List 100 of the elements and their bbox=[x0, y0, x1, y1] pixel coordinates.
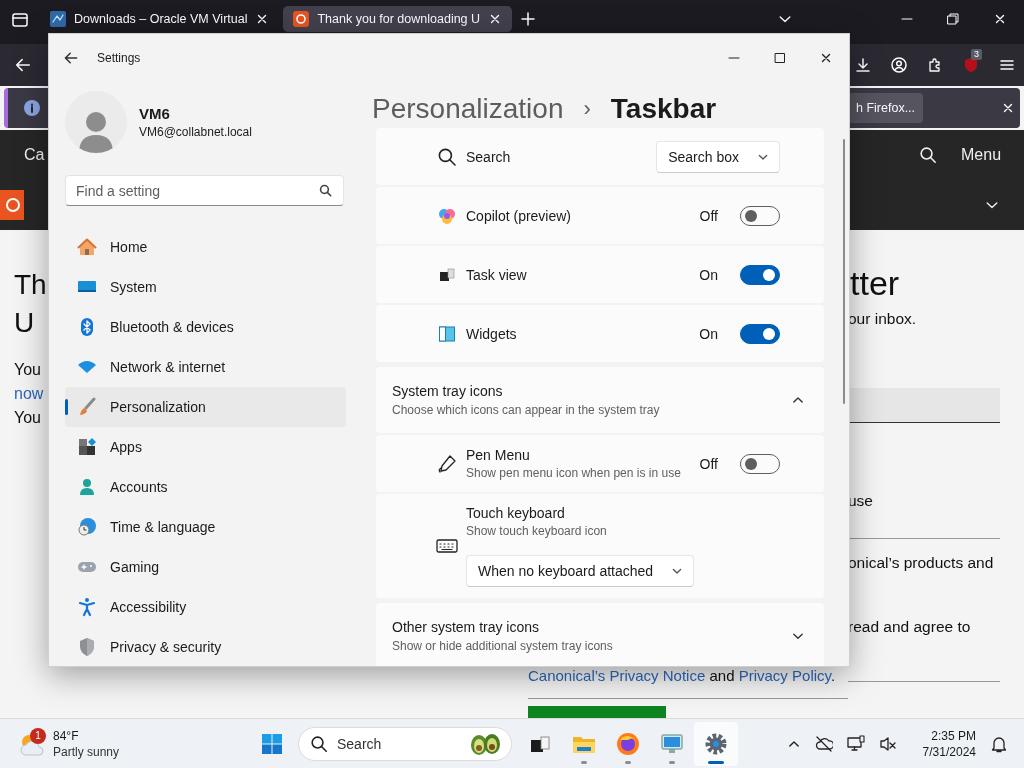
body-text: You bbox=[14, 408, 42, 428]
browser-tab[interactable]: Downloads – Oracle VM Virtual bbox=[40, 6, 280, 32]
breadcrumb-separator: › bbox=[583, 95, 591, 122]
nav-item[interactable]: System bbox=[65, 267, 346, 307]
nav-item[interactable]: Home bbox=[65, 227, 346, 267]
section-header[interactable]: System tray icons Choose which icons can appear in the system tray bbox=[376, 367, 824, 433]
settings-icon bbox=[704, 731, 728, 756]
download-icon[interactable] bbox=[855, 57, 871, 73]
brush-icon bbox=[77, 397, 97, 417]
avatar-icon bbox=[79, 109, 113, 153]
browser-icon bbox=[616, 731, 640, 756]
restore-icon[interactable] bbox=[947, 13, 959, 25]
setting-label: Widgets bbox=[466, 325, 518, 342]
dropdown[interactable]: Search box bbox=[656, 140, 780, 173]
setting-description: Show pen menu icon when pen is in use bbox=[466, 466, 682, 480]
legal-text: Canonical’s Privacy Notice and Privacy Policy. bbox=[528, 667, 837, 685]
back-arrow-icon[interactable] bbox=[63, 50, 79, 66]
window-title: Settings bbox=[97, 51, 141, 65]
body-text: onical’s products and bbox=[848, 553, 995, 573]
clock[interactable]: 2:35 PM 7/31/2024 bbox=[922, 727, 976, 760]
link[interactable]: now bbox=[14, 382, 48, 406]
setting-description: Show touch keyboard icon bbox=[466, 524, 608, 538]
user-email: VM6@collabnet.local bbox=[139, 125, 252, 139]
setting-label: Copilot (preview) bbox=[466, 207, 573, 224]
setting-label: Touch keyboard bbox=[466, 505, 566, 521]
menu-button[interactable]: Menu bbox=[961, 146, 1002, 164]
tab-overview-icon[interactable] bbox=[11, 11, 29, 29]
site-name[interactable]: Ca bbox=[0, 146, 45, 164]
shield-icon bbox=[77, 637, 97, 657]
heading-text: U bbox=[14, 306, 36, 340]
account-icon[interactable] bbox=[891, 57, 907, 73]
apps-icon bbox=[77, 437, 97, 457]
nav-item[interactable]: Personalization bbox=[65, 387, 346, 427]
setting-label: Pen Menu bbox=[466, 447, 531, 463]
keyboard-icon bbox=[436, 538, 458, 554]
nav-item[interactable]: Accounts bbox=[65, 467, 346, 507]
task-view-icon bbox=[438, 265, 456, 284]
nav-item[interactable]: Apps bbox=[65, 427, 346, 467]
search-icon[interactable] bbox=[919, 146, 937, 164]
input-field[interactable] bbox=[848, 388, 1000, 423]
notification-badge: 1 bbox=[30, 727, 46, 744]
setting-label: Task view bbox=[466, 266, 528, 283]
search-icon bbox=[319, 184, 332, 197]
section-subtitle: Show or hide additional system tray icons bbox=[392, 639, 614, 653]
close-icon[interactable] bbox=[993, 12, 1007, 26]
back-arrow-icon[interactable] bbox=[14, 56, 32, 74]
link[interactable]: Privacy Policy bbox=[738, 667, 831, 684]
notification-button[interactable]: h Firefox... bbox=[848, 93, 924, 123]
user-name: VM6 bbox=[139, 105, 171, 122]
widgets-icon bbox=[438, 324, 456, 343]
section-subtitle: Choose which icons can appear in the system tray bbox=[392, 403, 661, 417]
toggle-state-label: On bbox=[699, 266, 718, 283]
monitor-icon[interactable] bbox=[846, 734, 865, 753]
dropdown[interactable]: When no keyboard attached bbox=[466, 555, 695, 587]
toggle-switch[interactable] bbox=[740, 323, 780, 344]
weather-widget[interactable]: 1 84°F Partly sunny bbox=[0, 721, 120, 766]
info-icon bbox=[24, 100, 40, 116]
home-icon bbox=[77, 237, 97, 257]
section-title: System tray icons bbox=[392, 383, 504, 399]
windows-icon bbox=[261, 732, 283, 755]
search-icon bbox=[437, 146, 457, 167]
section-header[interactable]: Other system tray icons Show or hide additional system tray icons bbox=[376, 603, 824, 666]
nav-item[interactable]: Bluetooth & devices bbox=[65, 307, 346, 347]
maximize-icon[interactable] bbox=[774, 52, 786, 64]
setting-label: Search bbox=[466, 148, 512, 165]
close-icon[interactable] bbox=[819, 51, 833, 65]
browser-tab[interactable]: Thank you for downloading U bbox=[283, 6, 513, 32]
page-title: Taskbar bbox=[610, 92, 717, 125]
nav-item[interactable]: Network & internet bbox=[65, 347, 346, 387]
heading-text: Th bbox=[14, 268, 48, 302]
heading-text: tter bbox=[849, 263, 901, 304]
menu-icon[interactable] bbox=[999, 57, 1015, 73]
nav-item[interactable]: Accessibility bbox=[65, 587, 346, 627]
plus-icon[interactable] bbox=[520, 11, 537, 27]
toggle-switch[interactable] bbox=[740, 264, 780, 285]
ubuntu-icon bbox=[293, 11, 310, 27]
accessibility-icon bbox=[77, 597, 97, 617]
nav-item[interactable]: Gaming bbox=[65, 547, 346, 587]
toggle-state-label: Off bbox=[699, 455, 718, 472]
nav-item[interactable]: Privacy & security bbox=[65, 627, 346, 666]
person-icon bbox=[77, 477, 97, 497]
logo-icon bbox=[0, 190, 24, 220]
link[interactable]: Canonical’s Privacy Notice bbox=[528, 667, 706, 684]
colorful-logo-icon bbox=[438, 206, 456, 225]
breadcrumb-link[interactable]: Personalization bbox=[372, 92, 564, 125]
pen-icon bbox=[437, 453, 457, 474]
body-text: You bbox=[14, 360, 42, 380]
puzzle-icon[interactable] bbox=[927, 57, 943, 73]
toggle-state-label: Off bbox=[699, 207, 718, 224]
count-badge: 3 bbox=[971, 49, 982, 60]
scrollbar[interactable] bbox=[843, 139, 845, 404]
toggle-state-label: On bbox=[699, 325, 718, 342]
cloud-off-icon[interactable] bbox=[814, 734, 833, 753]
search-icon bbox=[310, 734, 328, 753]
taskbar-search[interactable]: Search bbox=[298, 726, 512, 761]
bell-icon[interactable] bbox=[990, 734, 1008, 753]
section-title: Other system tray icons bbox=[392, 619, 541, 635]
search-field[interactable]: Find a setting bbox=[65, 175, 344, 206]
app-icon bbox=[50, 11, 66, 27]
nav-item[interactable]: Time & language bbox=[65, 507, 346, 547]
